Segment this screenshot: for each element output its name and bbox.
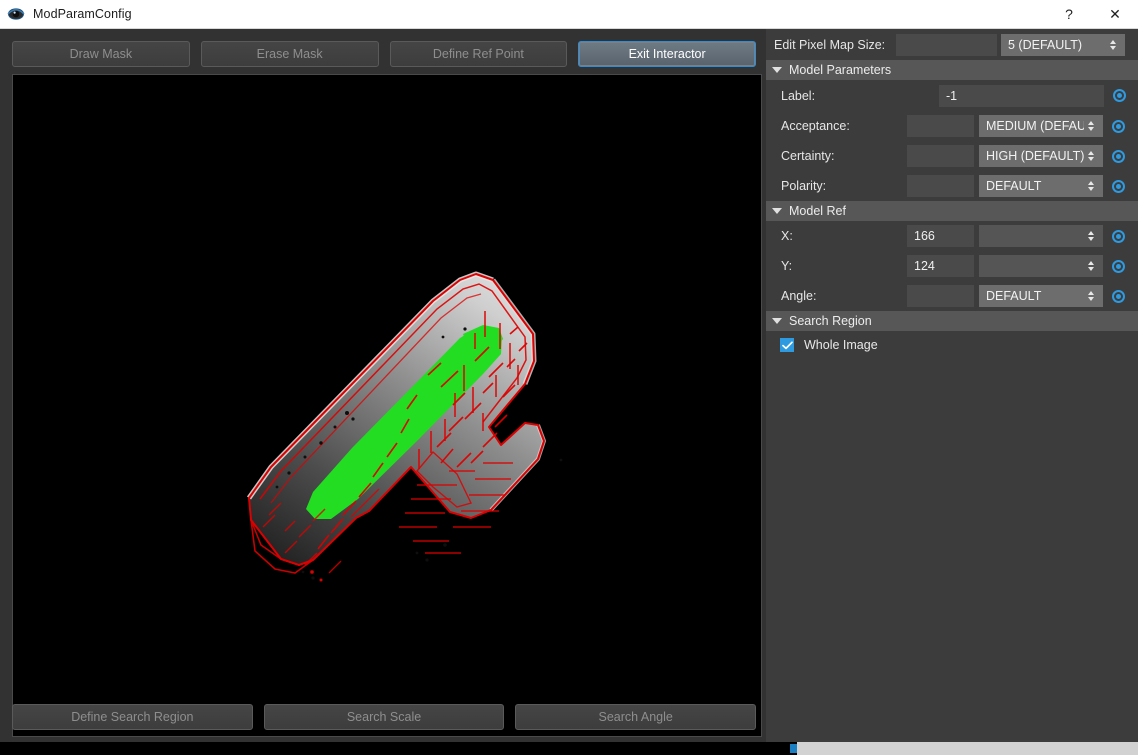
draw-mask-label: Draw Mask <box>69 47 133 61</box>
section-model-parameters[interactable]: Model Parameters <box>766 60 1138 80</box>
erase-mask-label: Erase Mask <box>256 47 323 61</box>
left-pane: Draw Mask Erase Mask Define Ref Point Ex… <box>0 29 766 742</box>
search-scale-label: Search Scale <box>346 710 422 724</box>
polarity-reset-radio[interactable] <box>1112 179 1125 193</box>
acceptance-input[interactable] <box>907 115 974 137</box>
chevron-down-icon <box>772 208 782 214</box>
polarity-row: Polarity: DEFAULT <box>766 171 1138 201</box>
exit-interactor-button[interactable]: Exit Interactor <box>578 41 756 67</box>
pixel-map-size-label: Edit Pixel Map Size: <box>774 37 886 52</box>
draw-mask-button[interactable]: Draw Mask <box>12 41 190 67</box>
acceptance-label: Acceptance: <box>781 119 850 133</box>
model-ref-angle-row: Angle: DEFAULT <box>766 281 1138 311</box>
certainty-row: Certainty: HIGH (DEFAULT) <box>766 141 1138 171</box>
model-ref-angle-input[interactable] <box>907 285 974 307</box>
certainty-label: Certainty: <box>781 149 835 163</box>
acceptance-row: Acceptance: MEDIUM (DEFAULT) <box>766 111 1138 141</box>
model-ref-y-reset-radio[interactable] <box>1112 259 1125 273</box>
model-ref-x-label: X: <box>781 229 793 243</box>
search-angle-button[interactable]: Search Angle <box>515 704 757 730</box>
model-ref-x-input[interactable]: 166 <box>907 225 974 247</box>
spinner-arrows-icon[interactable] <box>1084 291 1097 301</box>
model-ref-angle-select[interactable]: DEFAULT <box>979 285 1103 307</box>
model-ref-x-reset-radio[interactable] <box>1112 229 1125 243</box>
properties-panel: Edit Pixel Map Size: 5 (DEFAULT) Model P… <box>766 29 1138 742</box>
whole-image-label: Whole Image <box>804 338 878 352</box>
pixel-map-size-value: 5 (DEFAULT) <box>1008 37 1083 52</box>
acceptance-select[interactable]: MEDIUM (DEFAULT) <box>979 115 1103 137</box>
section-model-parameters-label: Model Parameters <box>789 63 892 77</box>
certainty-reset-radio[interactable] <box>1112 149 1125 163</box>
section-search-region-label: Search Region <box>789 314 872 328</box>
window-title: ModParamConfig <box>33 7 132 21</box>
help-button[interactable]: ? <box>1046 0 1092 28</box>
window-titlebar: ModParamConfig ? ✕ <box>0 0 1138 29</box>
spinner-arrows-icon[interactable] <box>1084 231 1097 241</box>
pixel-map-size-input[interactable] <box>896 33 997 56</box>
label-row: Label: -1 <box>766 80 1138 111</box>
model-ref-x-row: X: 166 <box>766 221 1138 251</box>
define-ref-point-label: Define Ref Point <box>432 47 524 61</box>
label-input[interactable]: -1 <box>939 84 1104 107</box>
horizontal-scrollbar[interactable] <box>0 742 1138 755</box>
spinner-arrows-icon[interactable] <box>1084 151 1097 161</box>
polarity-label: Polarity: <box>781 179 827 193</box>
scrollbar-track[interactable] <box>797 742 1138 755</box>
certainty-value: HIGH (DEFAULT) <box>986 149 1084 163</box>
model-ref-y-select[interactable] <box>979 255 1103 277</box>
certainty-input[interactable] <box>907 145 974 167</box>
model-ref-angle-value: DEFAULT <box>986 289 1042 303</box>
certainty-select[interactable]: HIGH (DEFAULT) <box>979 145 1103 167</box>
exit-interactor-label: Exit Interactor <box>628 47 706 61</box>
model-ref-angle-reset-radio[interactable] <box>1112 289 1125 303</box>
spinner-arrows-icon[interactable] <box>1084 261 1097 271</box>
model-ref-angle-label: Angle: <box>781 289 817 303</box>
model-ref-y-label: Y: <box>781 259 793 273</box>
check-icon <box>781 340 793 349</box>
chevron-down-icon <box>772 318 782 324</box>
image-canvas[interactable]: Rotate View Move View Zoom View Reset Vi… <box>12 74 762 737</box>
section-model-ref[interactable]: Model Ref <box>766 201 1138 221</box>
acceptance-value: MEDIUM (DEFAULT) <box>986 119 1084 133</box>
pixel-map-size-select[interactable]: 5 (DEFAULT) <box>1001 33 1125 56</box>
model-image-render <box>246 271 563 582</box>
search-angle-label: Search Angle <box>598 710 673 724</box>
spinner-arrows-icon[interactable] <box>1084 121 1097 131</box>
whole-image-row[interactable]: Whole Image <box>766 331 1138 359</box>
close-button[interactable]: ✕ <box>1092 0 1138 28</box>
model-ref-y-row: Y: 124 <box>766 251 1138 281</box>
erase-mask-button[interactable]: Erase Mask <box>200 41 379 67</box>
polarity-select[interactable]: DEFAULT <box>979 175 1103 197</box>
model-ref-x-select[interactable] <box>979 225 1103 247</box>
chevron-down-icon <box>772 67 782 73</box>
polarity-value: DEFAULT <box>986 179 1042 193</box>
section-search-region[interactable]: Search Region <box>766 311 1138 331</box>
polarity-input[interactable] <box>907 175 974 197</box>
spinner-arrows-icon[interactable] <box>1084 181 1097 191</box>
section-model-ref-label: Model Ref <box>789 204 846 218</box>
spinner-arrows-icon[interactable] <box>1106 39 1119 50</box>
scrollbar-thumb[interactable] <box>790 744 797 753</box>
define-search-region-label: Define Search Region <box>71 710 194 724</box>
label-reset-radio[interactable] <box>1113 89 1126 102</box>
pixel-map-size-row: Edit Pixel Map Size: 5 (DEFAULT) <box>766 29 1138 60</box>
whole-image-checkbox[interactable] <box>780 338 794 352</box>
eye-icon <box>7 5 25 23</box>
label-field-label: Label: <box>781 88 816 103</box>
window-body: Draw Mask Erase Mask Define Ref Point Ex… <box>0 29 1138 742</box>
search-scale-button[interactable]: Search Scale <box>263 704 505 730</box>
acceptance-reset-radio[interactable] <box>1112 119 1125 133</box>
model-ref-y-input[interactable]: 124 <box>907 255 974 277</box>
define-ref-point-button[interactable]: Define Ref Point <box>389 41 568 67</box>
search-toolbar: Define Search Region Search Scale Search… <box>12 704 757 730</box>
define-search-region-button[interactable]: Define Search Region <box>12 704 253 730</box>
mask-toolbar: Draw Mask Erase Mask Define Ref Point Ex… <box>12 41 756 67</box>
